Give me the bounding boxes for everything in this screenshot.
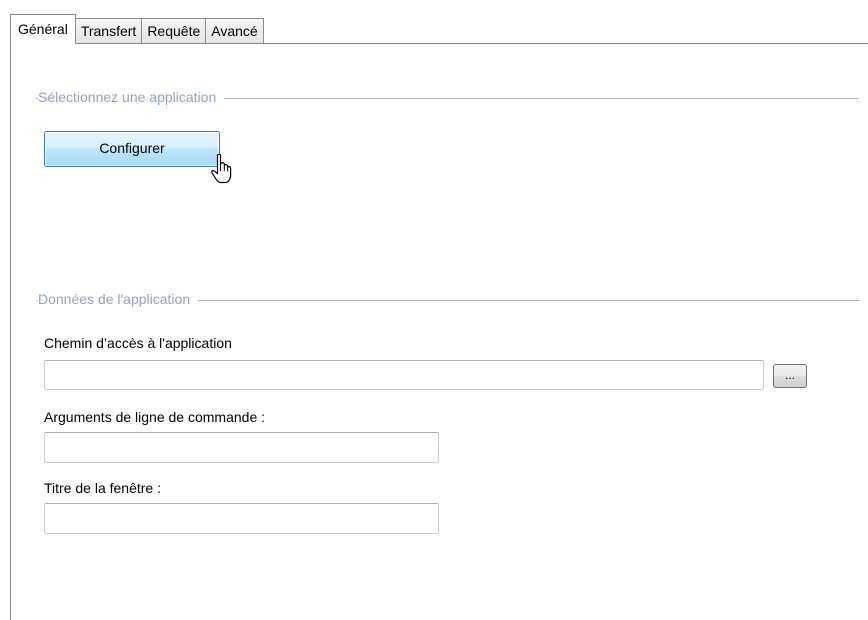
select-group-title: Sélectionnez une application [38,89,225,105]
data-group-title: Données de l'application [38,291,199,307]
tab-strip-divider [10,43,868,44]
tab-general[interactable]: Général [10,14,76,44]
tab-transfert[interactable]: Transfert [74,18,143,44]
mouse-pointer-icon [211,153,232,184]
window-title-label: Titre de la fenêtre : [44,480,161,496]
tab-strip: Général Transfert Requête Avancé [10,14,264,44]
tab-avance[interactable]: Avancé [205,18,264,44]
browse-button[interactable]: ... [773,364,807,388]
panel-border [10,43,11,620]
window-title-input[interactable] [44,503,439,534]
path-input[interactable] [44,360,764,390]
configure-button[interactable]: Configurer [44,131,220,167]
application-settings-panel: Général Transfert Requête Avancé Sélecti… [0,0,868,620]
path-label: Chemin d’accès à l'application [44,335,232,351]
tab-requete[interactable]: Requête [141,18,207,44]
args-input[interactable] [44,432,439,463]
args-label: Arguments de ligne de commande : [44,409,266,425]
